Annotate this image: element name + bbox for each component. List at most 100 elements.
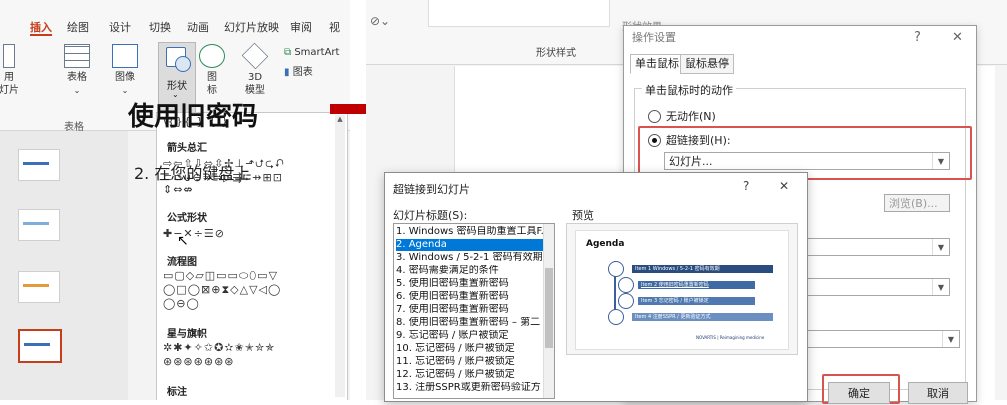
preview-slide: Agenda Item 1 Windows / 5-2-1 密码有效期 Item… xyxy=(575,230,789,350)
help-icon[interactable]: ? xyxy=(743,179,749,193)
icons-button[interactable]: 图 标 xyxy=(199,44,225,97)
browse-label: 浏览(B)... xyxy=(889,197,938,210)
active-tab-underline xyxy=(30,34,52,36)
hyperlink-target-select[interactable]: 幻灯片... ▼ xyxy=(664,152,950,170)
tab-review[interactable]: 审阅 xyxy=(290,19,312,35)
powerpoint-left-panel: 插入 绘图 设计 切换 动画 幻灯片放映 审阅 视图 用 灯片 表格⌄ 图像⌄ … xyxy=(0,0,350,400)
list-item-selected[interactable]: 2. Agenda xyxy=(396,239,546,251)
new-slide-label: 用 灯片 xyxy=(0,72,19,96)
preview-item: Item 2 使用旧密码重置新密码 xyxy=(638,281,755,289)
flowchart-shapes-row[interactable]: ◯□◯⊠⊕⧗◇△▽◁◯ xyxy=(163,283,281,297)
scrollbar-thumb[interactable] xyxy=(545,268,553,348)
star-shapes-row[interactable]: ✲✱✦✧✩✪✫✬✭✮✯ xyxy=(163,341,275,354)
preview-bullet-dot xyxy=(608,309,624,325)
tab-mouse-click[interactable]: 单击鼠标 xyxy=(630,54,684,74)
mouse-cursor-icon: ↖ xyxy=(177,233,189,249)
list-item[interactable]: 5. 使用旧密码重置新密码 xyxy=(396,278,546,290)
slide-title[interactable]: 使用旧密码 xyxy=(128,96,258,133)
flowchart-shapes-row[interactable]: ▭▢◇▱◫▭▭⬭⬯▭▽ xyxy=(163,269,278,283)
tab-draw[interactable]: 绘图 xyxy=(67,19,89,35)
chevron-down-icon: ▼ xyxy=(932,153,949,169)
list-item[interactable]: 12. 忘记密码 / 账户被锁定 xyxy=(396,369,546,381)
table-icon xyxy=(64,44,90,68)
section-title-flowchart: 流程图 xyxy=(167,257,197,268)
list-item[interactable]: 4. 密码需要满足的条件 xyxy=(396,265,546,277)
dialog-title: 超链接到幻灯片 xyxy=(393,183,470,196)
tab-design[interactable]: 设计 xyxy=(109,19,131,35)
shapes-gallery: \{}{ } { } 箭头总汇 ⇨⇦⇧⇩⬄⇳✢⊥⬏⮍⮎⮏ ⊂⊃⊍⊖⇒⇒▷⇶⮓⇸⊞… xyxy=(156,112,348,400)
list-item[interactable]: 7. 使用旧密码重置新密码 xyxy=(396,304,546,316)
slide-bullet-text[interactable]: 2. 在您的键盘上 xyxy=(134,160,250,184)
smartart-icon: ⧉ xyxy=(284,47,292,58)
shape-outline-icon[interactable]: ⊘⌄ xyxy=(370,14,390,28)
table-label: 表格 xyxy=(67,72,87,83)
star-shapes-row[interactable]: ⊛⊛⊛⊛⊛⊛⊛ xyxy=(163,355,235,368)
radio-hyperlink-label: 超链接到(H): xyxy=(666,134,731,147)
new-slide-icon xyxy=(3,44,15,68)
preview-item: Item 1 Windows / 5-2-1 密码有效期 xyxy=(632,265,773,273)
tab-mouse-over[interactable]: 鼠标悬停 xyxy=(680,54,734,74)
hyperlink-target-value: 幻灯片... xyxy=(669,155,713,168)
groupbox-label: 单击鼠标时的动作 xyxy=(642,82,736,98)
tab-transitions[interactable]: 切换 xyxy=(149,19,171,35)
cancel-button[interactable]: 取消 xyxy=(908,382,968,404)
flowchart-shapes-row[interactable]: ◯⊖◯ xyxy=(163,297,200,310)
list-item[interactable]: 11. 忘记密码 / 账户被锁定 xyxy=(396,356,546,368)
close-icon[interactable]: ✕ xyxy=(952,30,963,45)
equation-shapes-row[interactable]: ✚−✕÷☰⊘ xyxy=(163,227,225,240)
radio-no-action[interactable] xyxy=(648,110,661,123)
cube-icon xyxy=(241,42,269,70)
image-label: 图像 xyxy=(115,72,135,83)
list-item[interactable]: 1. Windows 密码自助重置工具F... xyxy=(396,226,546,238)
3d-model-button[interactable]: 3D 模型 xyxy=(239,42,271,97)
new-slide-button[interactable]: 用 灯片 xyxy=(0,44,20,97)
radio-hyperlink[interactable] xyxy=(648,134,661,147)
preview-item: Item 3 忘记密码 / 账户被锁定 xyxy=(638,297,755,305)
slide-thumbnail[interactable] xyxy=(18,209,60,241)
table-button[interactable]: 表格 ⌄ xyxy=(60,44,94,97)
list-scrollbar[interactable] xyxy=(543,224,554,398)
preview-bullet-dot xyxy=(618,293,634,309)
list-item[interactable]: 8. 使用旧密码重置新密码 – 第二 xyxy=(396,317,546,329)
radio-no-action-label: 无动作(N) xyxy=(666,110,716,123)
tab-animations[interactable]: 动画 xyxy=(187,19,209,35)
slide-thumbnail[interactable] xyxy=(18,149,60,181)
shape-style-gallery[interactable] xyxy=(428,0,610,27)
chart-icon: ▮ xyxy=(284,67,290,78)
icons-icon xyxy=(199,44,225,68)
image-button[interactable]: 图像 ⌄ xyxy=(108,44,142,97)
list-item[interactable]: 6. 使用旧密码重置新密码 xyxy=(396,291,546,303)
section-title-arrows: 箭头总汇 xyxy=(167,143,207,154)
browse-button[interactable]: 浏览(B)... xyxy=(884,194,950,212)
preview-title: Agenda xyxy=(586,239,625,249)
section-title-callouts: 标注 xyxy=(167,387,187,398)
preview-bullet-dot xyxy=(608,261,624,277)
help-icon[interactable]: ? xyxy=(914,30,921,45)
tab-insert[interactable]: 插入 xyxy=(30,19,52,35)
chevron-down-icon: ▼ xyxy=(932,239,949,255)
preview-item: Item 4 注册SSPR / 更新验证方式 xyxy=(632,313,773,321)
hyperlink-to-slide-dialog: 超链接到幻灯片 ? ✕ 幻灯片标题(S): 预览 1. Windows 密码自助… xyxy=(384,172,808,402)
section-title-stars: 星与旗帜 xyxy=(167,329,207,340)
chart-label: 图表 xyxy=(292,67,313,78)
list-item[interactable]: 13. 注册SSPR或更新密码验证方 xyxy=(396,382,546,394)
close-icon[interactable]: ✕ xyxy=(779,179,789,193)
arrow-shapes-row[interactable]: ⇕⇔⇎ xyxy=(163,183,194,196)
smartart-button[interactable]: ⧉ SmartArt xyxy=(284,46,350,59)
slide-thumbnail-selected[interactable] xyxy=(18,329,62,363)
list-item[interactable]: 10. 忘记密码 / 账户被锁定 xyxy=(396,343,546,355)
image-icon xyxy=(112,44,138,68)
chevron-down-icon: ▼ xyxy=(942,331,959,347)
ok-button[interactable]: 确定 xyxy=(828,382,890,404)
preview-bullet-dot xyxy=(618,277,634,293)
chart-button[interactable]: ▮ 图表 xyxy=(284,66,334,79)
gallery-scrollbar[interactable]: ▲ xyxy=(335,115,345,397)
icons-label: 图 标 xyxy=(207,72,217,96)
slide-thumbnail[interactable] xyxy=(18,271,60,303)
smartart-label: SmartArt xyxy=(294,47,340,58)
tab-slideshow[interactable]: 幻灯片放映 xyxy=(224,19,279,35)
list-item[interactable]: 3. Windows / 5-2-1 密码有效期 xyxy=(396,252,546,264)
slide-preview: Agenda Item 1 Windows / 5-2-1 密码有效期 Item… xyxy=(566,223,798,355)
list-item[interactable]: 9. 忘记密码 / 账户被锁定 xyxy=(396,330,546,342)
slide-title-list[interactable]: 1. Windows 密码自助重置工具F... 2. Agenda 3. Win… xyxy=(393,223,555,399)
